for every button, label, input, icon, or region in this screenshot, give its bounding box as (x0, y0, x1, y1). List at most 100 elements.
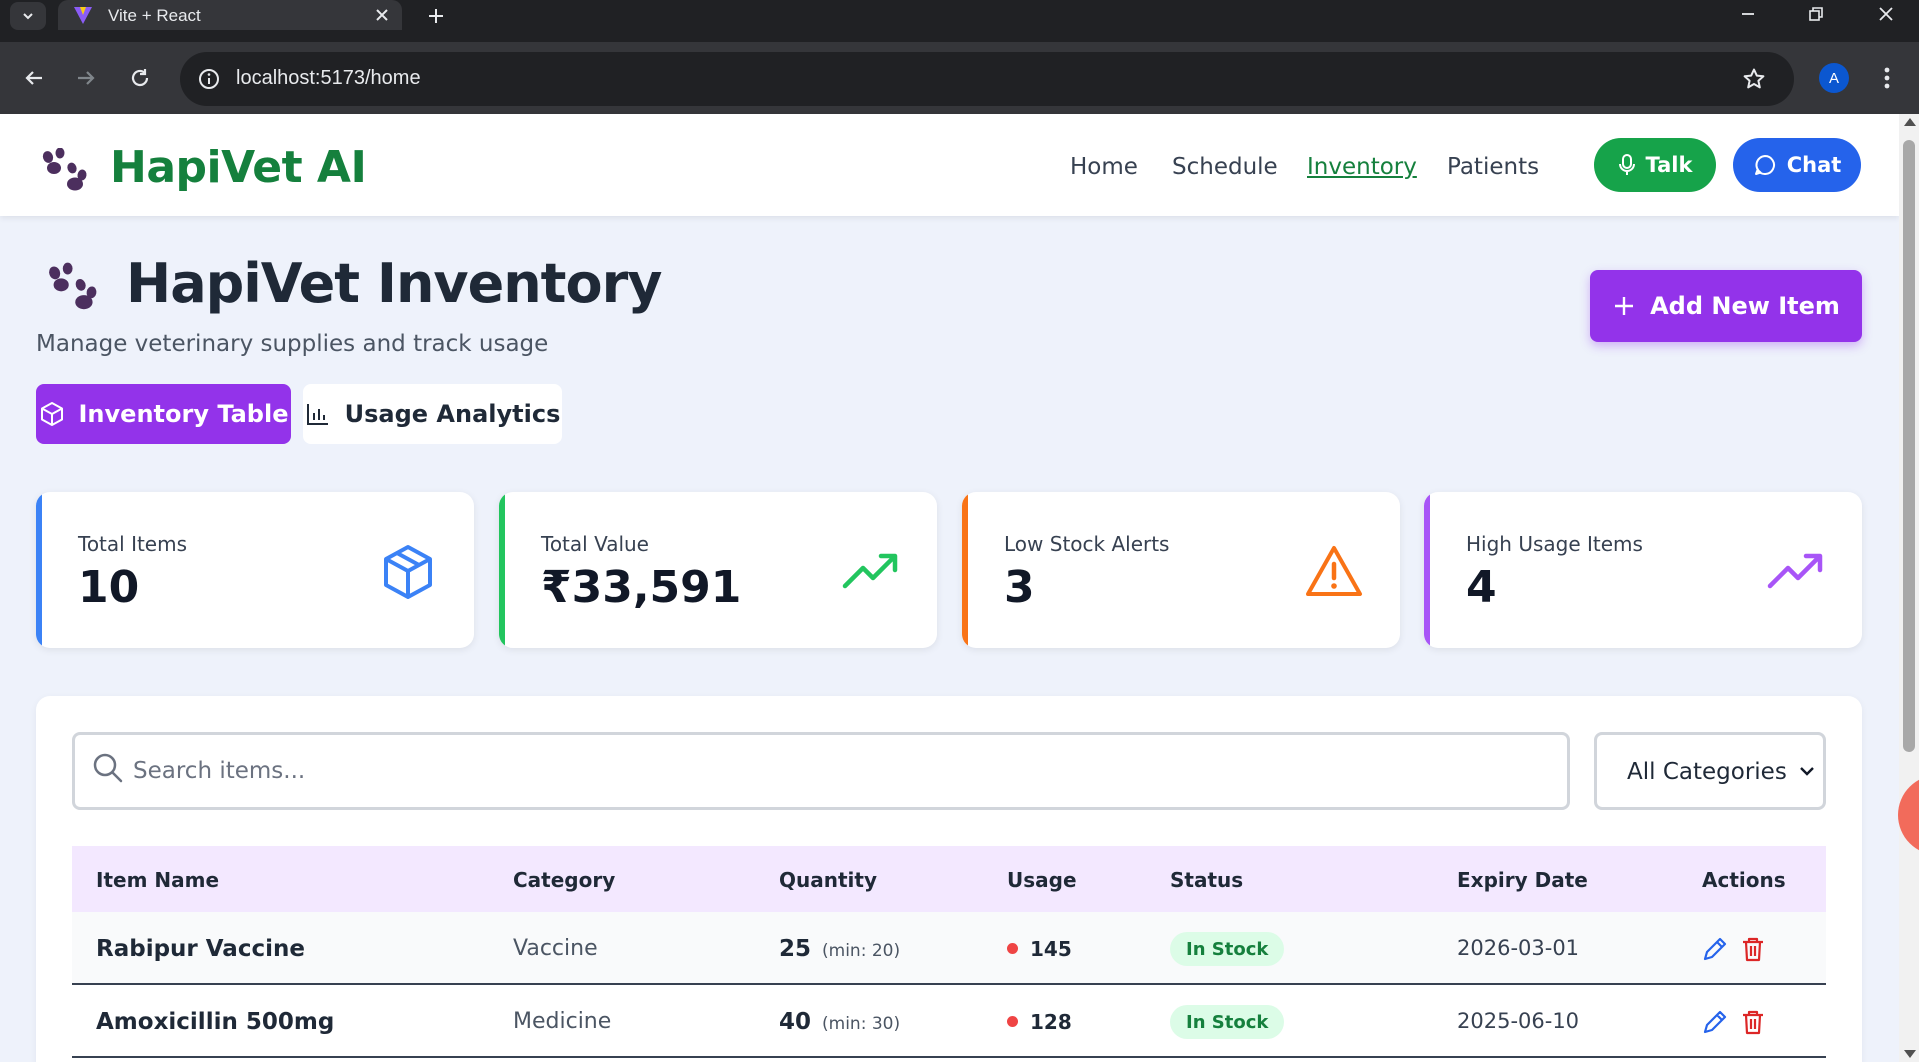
edit-pencil-icon[interactable] (1700, 1007, 1730, 1037)
paw-icon (49, 262, 97, 310)
close-window-icon[interactable] (1858, 0, 1914, 28)
stat-card-high-usage: High Usage Items 4 (1424, 492, 1862, 648)
browser-tab-bar: Vite + React (0, 0, 1919, 42)
stat-value: ₹33,591 (541, 562, 742, 613)
item-quantity: 40 (min: 30) (779, 1009, 900, 1035)
tab-usage-analytics-label: Usage Analytics (344, 400, 561, 428)
category-select[interactable]: All Categories (1594, 732, 1826, 810)
edit-pencil-icon[interactable] (1700, 934, 1730, 964)
column-header-usage[interactable]: Usage (1007, 868, 1077, 892)
app-navbar: HapiVet AI Home Schedule Inventory Patie… (0, 114, 1899, 216)
stat-label: Low Stock Alerts (1004, 532, 1170, 556)
restore-icon[interactable] (1788, 0, 1844, 28)
scrollbar-thumb[interactable] (1903, 140, 1915, 752)
back-icon[interactable] (16, 60, 52, 96)
delete-trash-icon[interactable] (1738, 1007, 1768, 1037)
warning-icon (1306, 546, 1362, 596)
item-name: Rabipur Vaccine (96, 936, 305, 962)
url-text: localhost:5173/home (236, 67, 421, 89)
site-info-icon[interactable] (196, 66, 222, 92)
stat-label: Total Items (78, 532, 188, 556)
item-quantity: 25 (min: 20) (779, 936, 900, 962)
search-input[interactable] (133, 749, 1533, 793)
table-header: Item Name Category Quantity Usage Status… (72, 846, 1826, 912)
stat-value: 3 (1004, 562, 1035, 613)
quantity-value: 25 (779, 936, 812, 962)
item-category: Medicine (513, 1009, 612, 1034)
paw-icon (42, 148, 87, 191)
item-category: Vaccine (513, 936, 598, 961)
stat-card-low-stock: Low Stock Alerts 3 (962, 492, 1400, 648)
close-tab-icon[interactable] (372, 5, 392, 25)
stat-accent-bar (1424, 492, 1430, 648)
stat-label: Total Value (541, 532, 649, 556)
address-bar[interactable]: localhost:5173/home (180, 52, 1794, 106)
page-title: HapiVet Inventory (126, 252, 662, 315)
brand-name[interactable]: HapiVet AI (110, 142, 367, 193)
delete-trash-icon[interactable] (1738, 934, 1768, 964)
chat-bubble-icon (1754, 155, 1775, 175)
stat-value: 4 (1466, 562, 1497, 613)
tab-usage-analytics[interactable]: Usage Analytics (303, 384, 562, 444)
tab-search-button[interactable] (10, 2, 46, 30)
trending-up-icon (842, 553, 898, 589)
talk-button[interactable]: Talk (1594, 138, 1716, 192)
usage-indicator-dot (1007, 943, 1018, 954)
tab-title: Vite + React (108, 6, 201, 25)
bookmark-star-icon[interactable] (1740, 65, 1768, 93)
chevron-down-icon (1800, 767, 1814, 776)
inventory-table-card: All Categories Item Name Category Quanti… (36, 696, 1862, 1062)
browser-tab[interactable]: Vite + React (58, 0, 402, 30)
reload-icon[interactable] (122, 60, 158, 96)
forward-icon[interactable] (68, 60, 104, 96)
talk-button-label: Talk (1645, 153, 1693, 177)
microphone-icon (1618, 154, 1635, 175)
status-badge: In Stock (1170, 1005, 1285, 1039)
tab-inventory-table[interactable]: Inventory Table (36, 384, 291, 444)
stat-value: 10 (78, 562, 140, 613)
search-box[interactable] (72, 732, 1570, 810)
nav-link-patients[interactable]: Patients (1447, 154, 1539, 180)
plus-icon (1615, 297, 1634, 315)
stat-label: High Usage Items (1466, 532, 1643, 556)
more-menu-icon[interactable] (1872, 60, 1902, 96)
stat-accent-bar (36, 492, 42, 648)
column-header-item-name[interactable]: Item Name (96, 868, 219, 892)
nav-link-inventory[interactable]: Inventory (1307, 154, 1417, 180)
status-badge: In Stock (1170, 932, 1285, 966)
usage-value: 128 (1030, 1010, 1072, 1034)
package-icon (40, 402, 63, 426)
box-icon (384, 545, 432, 599)
vite-logo-icon (74, 7, 92, 24)
stat-accent-bar (499, 492, 505, 648)
chevron-down-icon (23, 13, 33, 20)
tab-inventory-table-label: Inventory Table (78, 400, 289, 428)
page-subtitle: Manage veterinary supplies and track usa… (36, 331, 549, 357)
table-row: Amoxicillin 500mg Medicine 40 (min: 30) … (72, 985, 1826, 1058)
profile-avatar[interactable]: A (1819, 63, 1849, 93)
browser-toolbar: localhost:5173/home A (0, 42, 1919, 114)
column-header-category[interactable]: Category (513, 868, 615, 892)
trending-up-icon (1767, 553, 1823, 589)
new-tab-icon[interactable] (422, 2, 450, 30)
column-header-quantity[interactable]: Quantity (779, 868, 877, 892)
scroll-down-arrow-icon[interactable] (1904, 1050, 1916, 1058)
category-select-value: All Categories (1627, 759, 1787, 785)
quantity-min: (min: 20) (822, 941, 901, 961)
column-header-status[interactable]: Status (1170, 868, 1243, 892)
quantity-value: 40 (779, 1009, 812, 1035)
minimize-icon[interactable] (1720, 0, 1776, 28)
add-new-item-label: Add New Item (1650, 292, 1840, 320)
column-header-actions: Actions (1702, 868, 1786, 892)
item-name: Amoxicillin 500mg (96, 1009, 335, 1035)
search-icon (93, 753, 123, 783)
nav-link-home[interactable]: Home (1070, 154, 1138, 180)
nav-link-schedule[interactable]: Schedule (1172, 154, 1278, 180)
chat-button[interactable]: Chat (1733, 138, 1861, 192)
bar-chart-icon (306, 404, 328, 425)
column-header-expiry-date[interactable]: Expiry Date (1457, 868, 1588, 892)
add-new-item-button[interactable]: Add New Item (1590, 270, 1862, 342)
scroll-up-arrow-icon[interactable] (1904, 118, 1916, 126)
quantity-min: (min: 30) (822, 1014, 901, 1034)
page-scrollbar[interactable] (1899, 114, 1919, 1062)
